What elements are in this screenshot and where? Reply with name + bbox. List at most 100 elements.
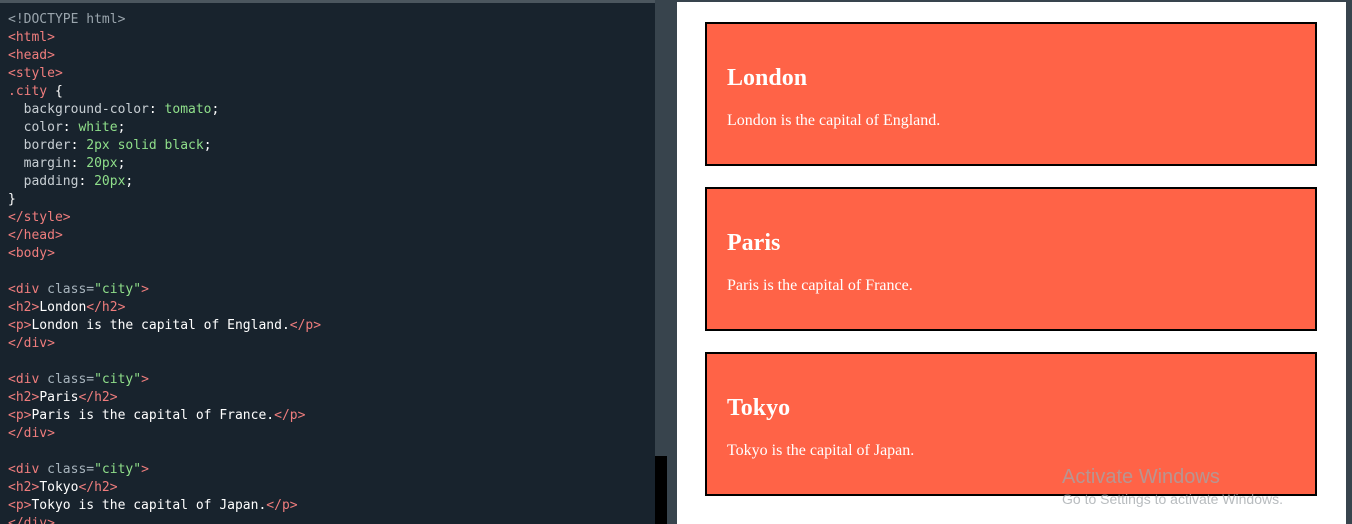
code-token: "city" (94, 462, 142, 477)
code-token: 20px (94, 174, 126, 189)
code-line: <style> (8, 65, 655, 83)
code-token: ; (211, 102, 220, 117)
code-line: background-color: tomato; (8, 101, 655, 119)
code-token: <body> (8, 246, 55, 261)
city-description: Tokyo is the capital of Japan. (727, 442, 915, 459)
code-line: margin: 20px; (8, 155, 655, 173)
code-line: <p>Paris is the capital of France.</p> (8, 407, 655, 425)
code-token: margin (8, 156, 71, 171)
code-line: </head> (8, 227, 655, 245)
code-line: <body> (8, 245, 655, 263)
code-token: : (62, 120, 79, 135)
code-token: </div> (8, 426, 55, 441)
code-token: "city" (94, 282, 142, 297)
code-editor[interactable]: <!DOCTYPE html> <html> <head> <style> .city … (0, 0, 655, 524)
city-heading: Tokyo (727, 395, 791, 421)
code-token: > (141, 282, 149, 297)
code-token: : (70, 156, 87, 171)
code-line: <p>Tokyo is the capital of Japan.</p> (8, 497, 655, 515)
city-heading: Paris (727, 230, 781, 256)
code-line: <h2>London</h2> (8, 299, 655, 317)
code-token: ; (203, 138, 212, 153)
code-token: "city" (94, 372, 142, 387)
code-line: <html> (8, 29, 655, 47)
code-line: <h2>Tokyo</h2> (8, 479, 655, 497)
code-token: <p> (8, 318, 32, 333)
code-token: </style> (8, 210, 71, 225)
code-token: <h2> (8, 480, 40, 495)
code-token: Tokyo is the capital of Japan. (31, 498, 267, 513)
watermark-subtitle: Go to Settings to activate Windows. (1062, 491, 1283, 507)
code-token: } (8, 192, 16, 207)
code-line: padding: 20px; (8, 173, 655, 191)
code-token: </h2> (86, 300, 126, 315)
code-token: <p> (8, 408, 32, 423)
code-token: Paris (39, 390, 79, 405)
code-token: Tokyo (39, 480, 79, 495)
code-token: class= (39, 462, 95, 477)
code-token: </div> (8, 336, 55, 351)
code-line: <p>London is the capital of England.</p> (8, 317, 655, 335)
code-token: </p> (266, 498, 298, 513)
code-token: border (8, 138, 71, 153)
code-token: class= (39, 282, 95, 297)
code-token: ; (117, 120, 126, 135)
code-token: .city (8, 84, 48, 99)
code-token: <h2> (8, 390, 40, 405)
code-token: <div (8, 282, 40, 297)
code-token: : (70, 138, 87, 153)
code-line: </div> (8, 335, 655, 353)
code-line: } (8, 191, 655, 209)
code-line: <h2>Paris</h2> (8, 389, 655, 407)
code-token: white (78, 120, 118, 135)
code-token: <head> (8, 48, 55, 63)
code-token: <h2> (8, 300, 40, 315)
code-token: ; (117, 156, 126, 171)
pane-gutter (667, 0, 677, 524)
city-card-london: London London is the capital of England. (705, 22, 1317, 166)
code-text[interactable]: <!DOCTYPE html> <html> <head> <style> .city … (0, 3, 655, 524)
code-token: <style> (8, 66, 63, 81)
code-line: <div class="city"> (8, 371, 655, 389)
code-line: <!DOCTYPE html> (8, 11, 655, 29)
code-token: </p> (274, 408, 306, 423)
code-token: tomato (164, 102, 212, 117)
city-card-paris: Paris Paris is the capital of France. (705, 187, 1317, 331)
code-line: .city { (8, 83, 655, 101)
code-token: <div (8, 372, 40, 387)
code-token: background-color (8, 102, 149, 117)
code-line: </style> (8, 209, 655, 227)
code-token: : (78, 174, 95, 189)
code-token: </head> (8, 228, 63, 243)
code-line: <div class="city"> (8, 281, 655, 299)
code-line: border: 2px solid black; (8, 137, 655, 155)
code-token: padding (8, 174, 79, 189)
code-token: Paris is the capital of France. (31, 408, 275, 423)
watermark-title: Activate Windows (1062, 466, 1220, 488)
editor-scrollbar[interactable] (655, 0, 667, 524)
code-line: </div> (8, 515, 655, 524)
code-token: <p> (8, 498, 32, 513)
code-token: <div (8, 462, 40, 477)
code-token: </p> (289, 318, 322, 333)
code-token: </h2> (78, 480, 118, 495)
activate-windows-watermark: Activate Windows Go to Settings to activ… (1062, 466, 1283, 508)
code-line: color: white; (8, 119, 655, 137)
code-token: </div> (8, 516, 55, 524)
code-token: > (141, 372, 149, 387)
code-token: ; (125, 174, 134, 189)
code-token: color (8, 120, 63, 135)
code-token: <!DOCTYPE html> (8, 12, 126, 27)
code-line: </div> (8, 425, 655, 443)
result-pane: London London is the capital of England.… (677, 2, 1346, 524)
code-token: London (39, 300, 87, 315)
scrollbar-thumb[interactable] (655, 456, 667, 524)
code-token: : (148, 102, 165, 117)
code-token: class= (39, 372, 95, 387)
code-token: { (47, 84, 63, 99)
code-line: <head> (8, 47, 655, 65)
code-line: <div class="city"> (8, 461, 655, 479)
